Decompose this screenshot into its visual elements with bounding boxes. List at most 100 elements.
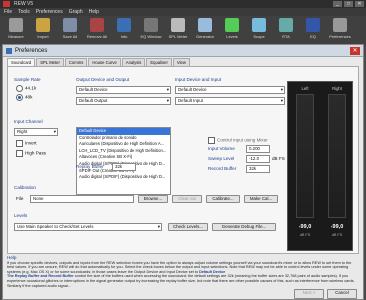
- levels-speaker-select[interactable]: Use Main Speaker to Check/Set Levels ▾: [14, 223, 162, 231]
- radio-48k-icon: [16, 94, 23, 101]
- preferences-dialog: Preferences ✕ Soundcard SPL Meter Comms …: [2, 44, 364, 300]
- toolbar-label: EQ: [310, 34, 316, 39]
- maximize-button[interactable]: □: [344, 1, 353, 7]
- toolbar-rta-button[interactable]: RTA: [274, 18, 298, 44]
- menu-help[interactable]: Help: [89, 8, 99, 16]
- waveform-icon: [198, 18, 212, 32]
- toolbar-label: Import: [37, 34, 49, 39]
- input-device-select[interactable]: Default Device ▾: [175, 86, 285, 94]
- right-level-bar: [328, 94, 346, 218]
- eq-icon: [144, 18, 158, 32]
- input-channel-device-select[interactable]: Default Input ▾: [175, 97, 285, 105]
- toolbar-import-button[interactable]: Import: [31, 18, 55, 44]
- toolbar-label: Scope: [253, 34, 265, 39]
- window-controls: _ □ ✕: [333, 0, 364, 8]
- output-device-list-item[interactable]: Auriculares (Dispositivo de High Definit…: [77, 141, 170, 148]
- chevron-down-icon: ▾: [166, 87, 169, 92]
- menu-file[interactable]: File: [4, 8, 12, 16]
- tab-bar: Soundcard SPL Meter Comms House Curve An…: [7, 58, 191, 67]
- chevron-down-icon: ▾: [166, 98, 169, 103]
- toolbar-remove-all-button[interactable]: Remove All: [85, 18, 109, 44]
- chevron-down-icon: ▾: [157, 224, 160, 229]
- output-device-list-item[interactable]: Audio digital (S/PDIF) (Dispositivo de H…: [77, 174, 170, 181]
- toolbar-preferences-button[interactable]: Preferences: [328, 18, 352, 44]
- output-channel-select[interactable]: Default Output ▾: [76, 97, 171, 105]
- output-device-list[interactable]: Default Device Controlador primario de so…: [76, 127, 171, 195]
- info-icon: [117, 18, 131, 32]
- input-volume-field[interactable]: 0.200: [246, 145, 270, 153]
- input-volume-label: Input Volume: [208, 146, 235, 151]
- record-buffer-select[interactable]: 32k: [246, 165, 270, 173]
- sample-rate-44k[interactable]: 44.1k: [16, 85, 36, 92]
- toolbar-save-all-button[interactable]: Save All: [58, 18, 82, 44]
- make-cal-button[interactable]: Make Cal...: [244, 195, 278, 203]
- cancel-button[interactable]: Cancel: [327, 289, 357, 299]
- record-buffer-label: Record Buffer: [208, 166, 237, 171]
- toolbar-label: Preferences: [329, 34, 351, 39]
- control-input-mixer-checkbox[interactable]: Control input using Mixer: [208, 137, 268, 144]
- calibrate-button[interactable]: Calibrate...: [206, 195, 240, 203]
- high-pass-checkbox[interactable]: High Pass: [16, 150, 46, 157]
- output-device-list-item[interactable]: Controlador primario de sonido: [77, 135, 170, 142]
- app-title: REW V5: [14, 1, 34, 7]
- toolbar-eq-window-button[interactable]: EQ Window: [139, 18, 163, 44]
- left-level-bar: [296, 94, 314, 218]
- dialog-title-bar: Preferences: [3, 45, 363, 57]
- generate-debug-file-button[interactable]: Generate Debug File...: [212, 223, 276, 231]
- toolbar-scope-button[interactable]: Scope: [247, 18, 271, 44]
- rta-icon: [279, 18, 293, 32]
- right-meter-head: Right: [332, 86, 342, 91]
- sample-rate-label: Sample Rate: [14, 77, 41, 82]
- menu-tools[interactable]: Tools: [18, 8, 30, 16]
- save-icon: [63, 18, 77, 32]
- next-button[interactable]: Next >: [294, 289, 324, 299]
- toolbar-spl-meter-button[interactable]: SPL Meter: [166, 18, 190, 44]
- output-device-list-item[interactable]: Altavoces (Creative SB X-Fi): [77, 154, 170, 161]
- input-channel-label: Input Channel: [14, 119, 43, 124]
- menu-preferences[interactable]: Preferences: [36, 8, 63, 16]
- toolbar-label: Measure: [8, 34, 24, 39]
- cal-file-field[interactable]: None: [30, 195, 134, 203]
- output-device-select[interactable]: Default Device ▾: [76, 86, 171, 94]
- toolbar-eq-button[interactable]: EQ: [301, 18, 325, 44]
- chevron-down-icon: ▾: [53, 129, 56, 134]
- toolbar-label: Levels: [226, 34, 238, 39]
- input-channel-select[interactable]: Right ▾: [14, 128, 58, 136]
- browse-button[interactable]: Browse...: [138, 195, 168, 203]
- toolbar-label: SPL Meter: [168, 34, 188, 39]
- microphone-icon: [9, 18, 23, 32]
- toolbar-generator-button[interactable]: Generator: [193, 18, 217, 44]
- toolbar-label: Remove All: [86, 34, 108, 39]
- replay-buffer-select[interactable]: 32k: [112, 163, 136, 171]
- output-device-list-item[interactable]: Default Device: [77, 128, 170, 135]
- help-paragraph-2: The Replay Buffer and Record Buffer cont…: [7, 274, 355, 288]
- toolbar-label: Info: [120, 34, 128, 39]
- toolbar-label: EQ Window: [140, 34, 162, 39]
- toolbar-label: Save All: [62, 34, 78, 39]
- eq-filter-icon: [306, 18, 320, 32]
- output-device-list-item[interactable]: LCH_LCD_TV (Dispositivo de High Definiti…: [77, 148, 170, 155]
- right-meter-unit: dB FS: [331, 233, 343, 237]
- left-meter-head: Left: [301, 86, 309, 91]
- dialog-close-button[interactable]: ✕: [350, 47, 360, 55]
- minimize-button[interactable]: _: [333, 1, 342, 7]
- checkbox-icon: [16, 150, 23, 157]
- invert-checkbox[interactable]: Invert: [16, 140, 37, 147]
- cal-file-label: File: [16, 196, 24, 201]
- toolbar-levels-button[interactable]: Levels: [220, 18, 244, 44]
- levels-label: Levels: [14, 213, 28, 218]
- app-title-bar: REW V5: [0, 0, 366, 8]
- input-level-meters: Left Right -99,0 -99,0 dB FS dB FS: [287, 81, 353, 251]
- radio-44k-icon: [16, 85, 23, 92]
- menu-graph[interactable]: Graph: [69, 8, 83, 16]
- clear-cal-button[interactable]: Clear cal: [172, 195, 202, 203]
- sweep-level-field[interactable]: -12.0: [246, 155, 270, 163]
- toolbar-measure-button[interactable]: Measure: [4, 18, 28, 44]
- checkbox-icon: [208, 137, 215, 144]
- toolbar: Measure Import Save All Remove All Info EQ Wi…: [0, 16, 366, 46]
- toolbar-info-button[interactable]: Info: [112, 18, 136, 44]
- sample-rate-48k[interactable]: 48k: [16, 94, 32, 101]
- check-levels-button[interactable]: Check Levels...: [168, 223, 208, 231]
- checkbox-icon: [16, 140, 23, 147]
- close-app-button[interactable]: ✕: [355, 1, 364, 7]
